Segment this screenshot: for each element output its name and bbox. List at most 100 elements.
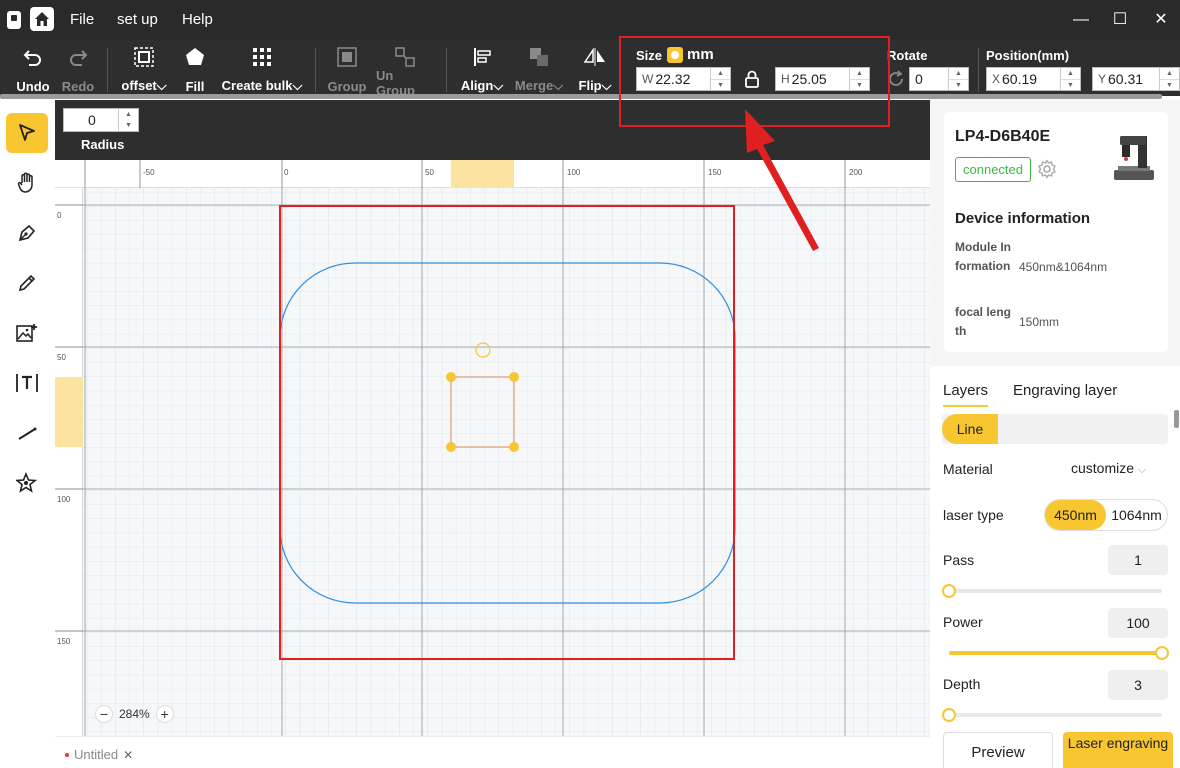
- group-icon: [336, 46, 358, 68]
- device-name: LP4-D6B40E: [955, 128, 1051, 145]
- material-select[interactable]: customize ⌵: [1071, 460, 1146, 477]
- undo-label: Undo: [16, 79, 50, 94]
- close-tab-icon[interactable]: ✕: [123, 748, 133, 762]
- rotate-handle[interactable]: [475, 342, 491, 358]
- laser-type-toggle: 450nm 1064nm: [1044, 499, 1168, 531]
- selected-square-shape[interactable]: [450, 376, 515, 448]
- x-stepper[interactable]: ▲ ▼: [1060, 68, 1080, 90]
- zoom-control: − 284% +: [95, 703, 174, 725]
- menu-setup[interactable]: set up: [117, 11, 158, 28]
- offset-button[interactable]: offset⌵: [118, 46, 170, 94]
- rounded-rectangle-shape[interactable]: [279, 262, 736, 604]
- power-input[interactable]: 100: [1108, 608, 1168, 638]
- resize-handle-bl[interactable]: [446, 442, 456, 452]
- radius-input[interactable]: 0 ▲ ▼: [63, 108, 139, 132]
- fill-button[interactable]: Fill: [180, 46, 210, 94]
- pass-slider[interactable]: [942, 584, 1162, 598]
- ungroup-button[interactable]: Un Group: [376, 46, 434, 98]
- ruler-left-ticks: [55, 204, 83, 632]
- laser-type-label: laser type: [943, 507, 1004, 523]
- depth-label: Depth: [943, 676, 981, 692]
- merge-button[interactable]: Merge⌵: [513, 46, 565, 94]
- menu-file[interactable]: File: [70, 11, 94, 28]
- ruler-top-label: 50: [425, 168, 434, 177]
- panel-scrollbar[interactable]: [1174, 410, 1179, 428]
- document-tab-bar: Untitled ✕: [55, 736, 930, 768]
- resize-handle-br[interactable]: [509, 442, 519, 452]
- left-toolbar: [0, 100, 55, 768]
- y-value: 60.31: [1108, 71, 1144, 87]
- grid-icon: [251, 46, 273, 68]
- zoom-out-icon[interactable]: −: [95, 705, 113, 723]
- text-tool[interactable]: [6, 363, 48, 403]
- depth-slider-knob[interactable]: [942, 708, 956, 722]
- depth-slider[interactable]: [942, 708, 1162, 722]
- tab-engraving-layer[interactable]: Engraving layer: [1013, 382, 1117, 399]
- rotate-label: Rotate: [887, 48, 928, 63]
- rotate-stepper[interactable]: ▲ ▼: [948, 68, 968, 90]
- app-logo: [7, 11, 21, 29]
- layers-panel: Layers Engraving layer Line Material cus…: [930, 366, 1180, 768]
- toolbar-scrollbar[interactable]: [0, 94, 1162, 99]
- power-label: Power: [943, 614, 983, 630]
- position-y-input[interactable]: Y 60.31 ▲ ▼: [1092, 67, 1180, 91]
- layer-chip-line[interactable]: Line: [942, 414, 998, 444]
- pen-tool[interactable]: [6, 213, 48, 253]
- text-icon: [16, 374, 38, 392]
- zoom-in-icon[interactable]: +: [155, 705, 174, 723]
- toolbar-divider: [315, 48, 316, 92]
- pencil-tool[interactable]: [6, 263, 48, 303]
- rotate-input[interactable]: 0 ▲ ▼: [909, 67, 969, 91]
- hand-tool[interactable]: [6, 163, 48, 203]
- device-info-title: Device information: [955, 210, 1091, 227]
- toolbar-divider: [107, 48, 108, 92]
- preview-button[interactable]: Preview: [943, 732, 1053, 768]
- select-tool[interactable]: [6, 113, 48, 153]
- laser-engraving-button[interactable]: Laser engraving: [1063, 732, 1173, 768]
- flip-button[interactable]: Flip⌵: [577, 46, 613, 94]
- layer-row[interactable]: Line: [942, 414, 1168, 444]
- y-stepper[interactable]: ▲ ▼: [1159, 68, 1179, 90]
- minimize-icon[interactable]: —: [1071, 10, 1091, 30]
- offset-label: offset⌵: [121, 78, 167, 93]
- annotation-arrow: [745, 109, 819, 251]
- group-button[interactable]: Group: [327, 46, 367, 94]
- redo-label: Redo: [61, 79, 95, 94]
- power-slider[interactable]: [949, 646, 1169, 660]
- ruler-left-label: 50: [57, 353, 66, 362]
- pass-input[interactable]: 1: [1108, 545, 1168, 575]
- resize-handle-tl[interactable]: [446, 372, 456, 382]
- y-prefix: Y: [1098, 72, 1107, 86]
- merge-label: Merge⌵: [514, 78, 564, 93]
- create-bulk-button[interactable]: Create bulk⌵: [221, 46, 303, 94]
- maximize-icon[interactable]: ☐: [1110, 10, 1130, 30]
- menu-help[interactable]: Help: [182, 11, 213, 28]
- image-tool[interactable]: [6, 313, 48, 353]
- resize-handle-tr[interactable]: [509, 372, 519, 382]
- line-tool[interactable]: [6, 413, 48, 453]
- pass-label: Pass: [943, 552, 975, 568]
- shape-tool[interactable]: [6, 463, 48, 503]
- tab-layers[interactable]: Layers: [943, 382, 989, 407]
- device-settings-gear-icon[interactable]: [1037, 159, 1057, 184]
- ruler-top-label: -50: [143, 168, 155, 177]
- ruler-top-label: 150: [708, 168, 722, 177]
- merge-icon: [528, 46, 550, 68]
- align-button[interactable]: Align⌵: [459, 46, 505, 94]
- laser-450-option[interactable]: 450nm: [1045, 500, 1106, 530]
- power-slider-knob[interactable]: [1155, 646, 1169, 660]
- pass-slider-knob[interactable]: [942, 584, 956, 598]
- radius-label: Radius: [81, 137, 125, 152]
- position-x-input[interactable]: X 60.19 ▲ ▼: [986, 67, 1081, 91]
- add-image-icon: [16, 324, 37, 342]
- document-tab[interactable]: Untitled ✕: [65, 747, 133, 762]
- ruler-top-label: 100: [567, 168, 581, 177]
- undo-button[interactable]: Undo: [14, 46, 52, 94]
- align-left-icon: [471, 46, 493, 68]
- close-icon[interactable]: ✕: [1151, 10, 1171, 30]
- home-button[interactable]: [30, 7, 54, 31]
- depth-input[interactable]: 3: [1108, 670, 1168, 700]
- redo-button[interactable]: Redo: [60, 46, 96, 94]
- laser-1064-option[interactable]: 1064nm: [1106, 500, 1167, 530]
- radius-stepper[interactable]: ▲ ▼: [118, 109, 138, 131]
